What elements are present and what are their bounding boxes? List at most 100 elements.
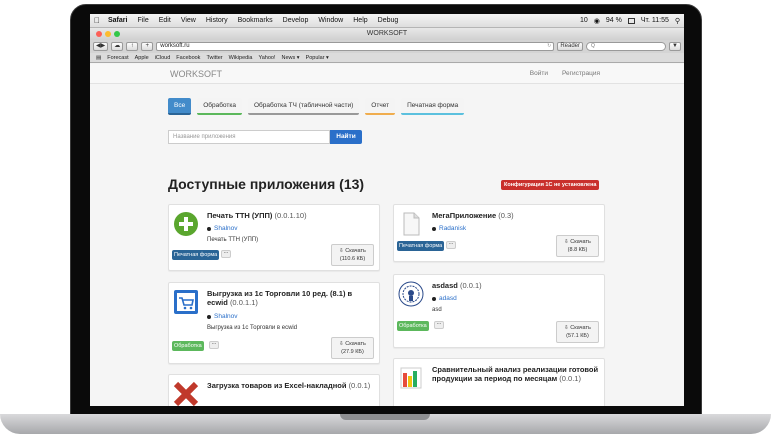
browser-toolbar: ◀▶ ☁ ↑ + worksoft.ru ↻ Reader Q ▼ [90,40,684,53]
window-title: WORKSOFT [366,30,408,37]
app-name[interactable]: Загрузка товаров из Excel-накладной (0.0… [207,381,377,390]
document-icon [403,212,420,236]
app-author[interactable]: Shalnov [207,225,238,232]
window-titlebar: WORKSOFT [90,28,684,40]
add-button[interactable]: + [141,42,154,51]
type-badge[interactable]: Печатная форма [172,250,220,260]
filter-all[interactable]: Все [168,98,192,115]
spotlight-icon[interactable]: ⚲ [675,17,680,25]
category-filters: Все Обработка Обработка ТЧ (табличной ча… [168,98,465,115]
bookmark-0[interactable]: Forecast [107,55,128,61]
more-button[interactable]: ··· [434,321,444,329]
apple-icon[interactable]:  [94,16,100,25]
menu-debug[interactable]: Debug [378,17,399,24]
bookmark-5[interactable]: Wikipedia [229,55,253,61]
more-button[interactable]: ··· [221,250,231,258]
icloud-tabs-button[interactable]: ☁ [111,42,124,51]
screen:  Safari File Edit View History Bookmark… [90,14,684,406]
download-button[interactable]: ⇩ Скачать (110.6 КБ) [331,244,374,266]
bookmarks-icon[interactable]: ▤ [96,55,101,61]
app-card[interactable]: Загрузка товаров из Excel-накладной (0.0… [168,374,380,406]
app-author[interactable]: Radanisk [432,225,466,232]
app-search-input[interactable]: Название приложения [168,130,330,144]
url-text: worksoft.ru [160,43,190,49]
app-card[interactable]: Сравнительный анализ реализации готовой … [393,358,605,406]
login-link[interactable]: Войти [530,70,548,77]
bookmark-6[interactable]: Yahoo! [258,55,275,61]
menu-history[interactable]: History [206,17,228,24]
more-button[interactable]: ··· [209,341,219,349]
app-name[interactable]: МегаПриложение (0.3) [432,211,514,220]
app-name[interactable]: Сравнительный анализ реализации готовой … [432,365,602,383]
menu-develop[interactable]: Develop [283,17,309,24]
app-author[interactable]: adasd [432,295,457,302]
back-button[interactable]: ◀▶ [93,42,109,51]
find-button[interactable]: Найти [330,130,362,144]
filter-table-processing[interactable]: Обработка ТЧ (табличной части) [248,98,360,115]
download-button[interactable]: ⇩ Скачать (8.8 КБ) [556,235,599,257]
wifi-icon[interactable]: ◉ [594,17,600,25]
bookmark-3[interactable]: Facebook [176,55,200,61]
type-badge[interactable]: Обработка [172,341,204,351]
bookmark-2[interactable]: iCloud [155,55,171,61]
reload-icon[interactable]: ↻ [547,43,553,50]
x-icon [173,381,199,406]
traffic-lights [96,31,120,37]
download-size: (27.9 КБ) [341,349,364,355]
filter-print-form[interactable]: Печатная форма [401,98,465,115]
battery-text[interactable]: 94 % [606,17,622,24]
type-badge[interactable]: Обработка [397,321,429,331]
bookmark-8[interactable]: Popular ▾ [306,55,329,61]
download-icon: ⇩ [339,248,344,254]
app-card[interactable]: МегаПриложение (0.3) Radanisk Печатная ф… [393,204,605,262]
address-bar[interactable]: worksoft.ru ↻ [156,42,555,51]
menu-edit[interactable]: Edit [159,17,171,24]
reader-button[interactable]: Reader [557,42,583,51]
page-title: Доступные приложения (13) [168,176,365,192]
web-page: WORKSOFT Войти Регистрация Все Обработка… [90,64,684,406]
register-link[interactable]: Регистрация [562,70,600,77]
close-window-icon[interactable] [96,31,102,37]
app-description: asd [432,307,442,313]
filter-processing[interactable]: Обработка [197,98,242,115]
browser-search[interactable]: Q [586,42,666,51]
app-card[interactable]: Печать ТТН (УПП) (0.0.1.10) Shalnov Печа… [168,204,380,271]
menu-view[interactable]: View [181,17,196,24]
bookmarks-bar: ▤ Forecast Apple iCloud Facebook Twitter… [90,53,684,63]
config-warning-badge: Конфигурация 1С не установлена [501,180,600,190]
download-size: (57.1 КБ) [566,333,589,339]
clock[interactable]: Чт. 11:55 [641,17,669,24]
app-author[interactable]: Shalnov [207,313,238,320]
bookmark-7[interactable]: News ▾ [282,55,300,61]
author-dot-icon [432,296,436,301]
bookmark-1[interactable]: Apple [135,55,149,61]
menu-help[interactable]: Help [353,17,367,24]
menu-file[interactable]: File [137,17,148,24]
more-button[interactable]: ··· [446,241,456,249]
download-button[interactable]: ⇩ Скачать (57.1 КБ) [556,321,599,343]
type-badge[interactable]: Печатная форма [397,241,445,251]
downloads-button[interactable]: ▼ [669,42,681,51]
app-name[interactable]: asdasd (0.0.1) [432,281,482,290]
app-card[interactable]: asdasd (0.0.1) adasd asd Обработка ··· ⇩… [393,274,605,348]
share-button[interactable]: ↑ [126,42,139,51]
author-dot-icon [432,226,436,231]
plus-icon [174,212,198,236]
download-icon: ⇩ [339,341,344,347]
menu-app[interactable]: Safari [108,17,127,24]
bar-chart-icon [400,367,422,389]
app-name[interactable]: Печать ТТН (УПП) (0.0.1.10) [207,211,307,220]
menu-bookmarks[interactable]: Bookmarks [238,17,273,24]
app-card[interactable]: Выгрузка из 1с Торговли 10 ред. (8.1) в … [168,282,380,364]
zoom-window-icon[interactable] [114,31,120,37]
app-description: Выгрузка из 1с Торговли в ecwid [207,325,298,331]
notification-count[interactable]: 10 [580,17,588,24]
filter-report[interactable]: Отчет [365,98,396,115]
minimize-window-icon[interactable] [105,31,111,37]
app-name[interactable]: Выгрузка из 1с Торговли 10 ред. (8.1) в … [207,289,367,307]
battery-icon [627,17,635,24]
bookmark-4[interactable]: Twitter [206,55,222,61]
menu-window[interactable]: Window [318,17,343,24]
download-button[interactable]: ⇩ Скачать (27.9 КБ) [331,337,374,359]
site-brand[interactable]: WORKSOFT [170,69,222,79]
